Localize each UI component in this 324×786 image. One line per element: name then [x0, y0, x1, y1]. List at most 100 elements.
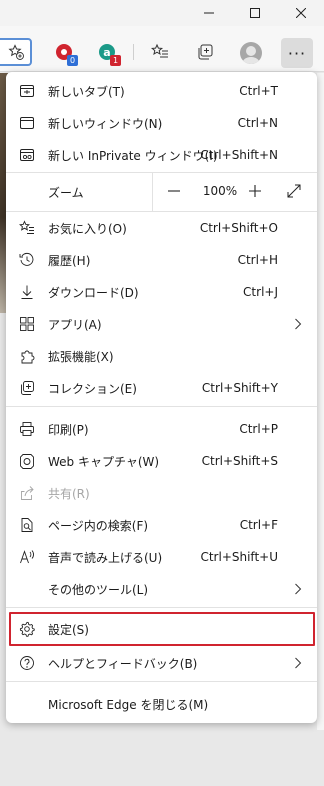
chevron-right-icon: [294, 318, 302, 330]
menu-item-label: お気に入り(O): [48, 221, 127, 236]
page-background: [0, 730, 324, 786]
menu-item-label: その他のツール(L): [48, 582, 149, 597]
menu-item-new-tab[interactable]: 新しいタブ(T) Ctrl+T: [6, 75, 317, 107]
zoom-controls: 100%: [152, 173, 317, 211]
menu-item-label: アプリ(A): [48, 317, 102, 332]
menu-item-label: ページ内の検索(F): [48, 518, 149, 533]
menu-item-shortcut: Ctrl+T: [239, 84, 278, 98]
menu-item-history[interactable]: 履歴(H) Ctrl+H: [6, 244, 317, 276]
toolbar-divider: [133, 44, 134, 60]
menu-item-shortcut: Ctrl+Shift+N: [200, 148, 278, 162]
menu-item-zoom: ズーム 100%: [6, 173, 317, 211]
settings-highlight-box: [9, 612, 315, 646]
new-tab-icon: [18, 82, 36, 100]
menu-item-apps[interactable]: アプリ(A): [6, 308, 317, 340]
menu-item-shortcut: Ctrl+J: [243, 285, 278, 299]
star-add-icon: [8, 44, 24, 60]
settings-menu: 新しいタブ(T) Ctrl+T 新しいウィンドウ(N) Ctrl+N 新しい I…: [6, 72, 317, 723]
menu-item-share: 共有(R): [6, 477, 317, 509]
extension-2-button[interactable]: a 1: [93, 38, 121, 66]
menu-item-label: 拡張機能(X): [48, 349, 114, 364]
browser-toolbar: 0 a 1: [0, 26, 324, 72]
download-icon: [18, 283, 36, 301]
collections-icon: [198, 44, 213, 60]
menu-item-read-aloud[interactable]: 音声で読み上げる(U) Ctrl+Shift+U: [6, 541, 317, 573]
menu-item-more-tools[interactable]: その他のツール(L): [6, 573, 317, 605]
more-icon: ···: [287, 43, 307, 63]
menu-item-shortcut: Ctrl+H: [237, 253, 278, 267]
menu-item-label: Microsoft Edge を閉じる(M): [48, 697, 209, 712]
menu-item-favorites[interactable]: お気に入り(O) Ctrl+Shift+O: [6, 212, 317, 244]
menu-item-downloads[interactable]: ダウンロード(D) Ctrl+J: [6, 276, 317, 308]
menu-item-label: 新しい InPrivate ウィンドウ(I): [48, 148, 218, 163]
favorites-icon: [151, 43, 168, 58]
zoom-in-button[interactable]: [248, 184, 264, 198]
title-bar: [0, 0, 324, 26]
menu-item-shortcut: Ctrl+Shift+Y: [201, 381, 278, 395]
menu-item-label: 履歴(H): [48, 253, 91, 268]
menu-item-label: 共有(R): [48, 486, 90, 501]
inprivate-icon: [18, 146, 36, 164]
fullscreen-icon: [287, 184, 301, 198]
menu-item-help-feedback[interactable]: ヘルプとフィードバック(B): [6, 647, 317, 679]
minimize-button[interactable]: [186, 0, 232, 26]
help-icon: [18, 654, 36, 672]
fullscreen-button[interactable]: [287, 184, 303, 198]
share-icon: [18, 484, 36, 502]
menu-item-find-on-page[interactable]: ページ内の検索(F) Ctrl+F: [6, 509, 317, 541]
collections-button[interactable]: [191, 38, 219, 66]
menu-divider: [6, 406, 317, 407]
new-window-icon: [18, 114, 36, 132]
address-bar-end[interactable]: [0, 38, 32, 66]
menu-item-print[interactable]: 印刷(P) Ctrl+P: [6, 413, 317, 445]
profile-avatar[interactable]: [240, 42, 262, 64]
extension-2-badge: 1: [110, 55, 121, 66]
maximize-icon: [250, 8, 260, 18]
chevron-right-icon: [294, 583, 302, 595]
menu-item-new-window[interactable]: 新しいウィンドウ(N) Ctrl+N: [6, 107, 317, 139]
menu-item-label: 印刷(P): [48, 422, 89, 437]
menu-divider: [6, 607, 317, 608]
menu-item-extensions[interactable]: 拡張機能(X): [6, 340, 317, 372]
menu-item-shortcut: Ctrl+Shift+O: [199, 221, 278, 235]
minus-icon: [168, 190, 180, 192]
close-icon: [296, 8, 306, 18]
extension-1-badge: 0: [67, 55, 78, 66]
read-aloud-icon: [18, 548, 36, 566]
menu-item-close-edge[interactable]: Microsoft Edge を閉じる(M): [6, 688, 317, 720]
close-window-button[interactable]: [278, 0, 324, 26]
menu-item-label: 新しいウィンドウ(N): [48, 116, 163, 131]
extension-1-button[interactable]: 0: [50, 38, 78, 66]
web-capture-icon: [18, 452, 36, 470]
favorites-icon: [18, 219, 36, 237]
menu-item-shortcut: Ctrl+Shift+U: [200, 550, 278, 564]
plus-icon: [249, 185, 261, 197]
settings-and-more-button[interactable]: ···: [281, 38, 313, 68]
menu-item-new-inprivate[interactable]: 新しい InPrivate ウィンドウ(I) Ctrl+Shift+N: [6, 139, 317, 171]
print-icon: [18, 420, 36, 438]
zoom-value: 100%: [202, 184, 238, 198]
menu-item-label: 音声で読み上げる(U): [48, 550, 163, 565]
maximize-button[interactable]: [232, 0, 278, 26]
page-right-edge: [317, 73, 324, 786]
minimize-icon: [204, 12, 214, 14]
menu-divider: [6, 681, 317, 682]
zoom-label: ズーム: [48, 185, 84, 200]
menu-item-label: コレクション(E): [48, 381, 137, 396]
menu-item-label: Web キャプチャ(W): [48, 454, 160, 469]
chevron-right-icon: [294, 657, 302, 669]
menu-item-label: ヘルプとフィードバック(B): [48, 656, 198, 671]
favorites-button[interactable]: [146, 38, 174, 66]
menu-item-label: ダウンロード(D): [48, 285, 139, 300]
zoom-out-button[interactable]: [167, 184, 183, 198]
find-icon: [18, 516, 36, 534]
menu-item-label: 新しいタブ(T): [48, 84, 125, 99]
menu-item-shortcut: Ctrl+F: [239, 518, 278, 532]
history-icon: [18, 251, 36, 269]
collections-icon: [18, 379, 36, 397]
menu-item-shortcut: Ctrl+N: [237, 116, 278, 130]
apps-icon: [18, 315, 36, 333]
menu-item-shortcut: Ctrl+Shift+S: [201, 454, 278, 468]
menu-item-collections[interactable]: コレクション(E) Ctrl+Shift+Y: [6, 372, 317, 404]
menu-item-web-capture[interactable]: Web キャプチャ(W) Ctrl+Shift+S: [6, 445, 317, 477]
